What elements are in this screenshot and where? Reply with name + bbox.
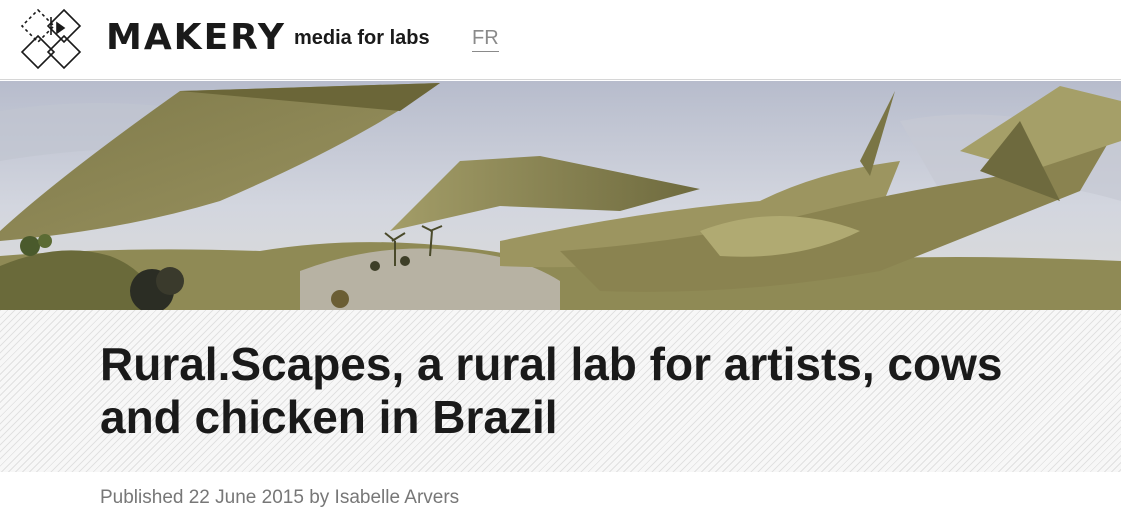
hero-image [0, 81, 1121, 310]
article-title: Rural.Scapes, a rural lab for artists, c… [100, 338, 1003, 443]
article-title-band: Rural.Scapes, a rural lab for artists, c… [0, 310, 1121, 472]
language-switch-link[interactable]: FR [472, 26, 499, 52]
site-header: MAKERY media for labs FR [0, 0, 1121, 80]
author-link[interactable]: Isabelle Arvers [335, 487, 460, 508]
brand-wordmark[interactable]: MAKERY [106, 18, 286, 58]
site-tagline: media for labs [294, 27, 430, 49]
article-byline: Published 22 June 2015 by Isabelle Arver… [100, 486, 459, 510]
makery-logo-icon[interactable] [20, 8, 82, 70]
publish-date: 22 June 2015 [188, 487, 304, 508]
by-label: by [309, 487, 330, 508]
published-label: Published [100, 487, 184, 508]
